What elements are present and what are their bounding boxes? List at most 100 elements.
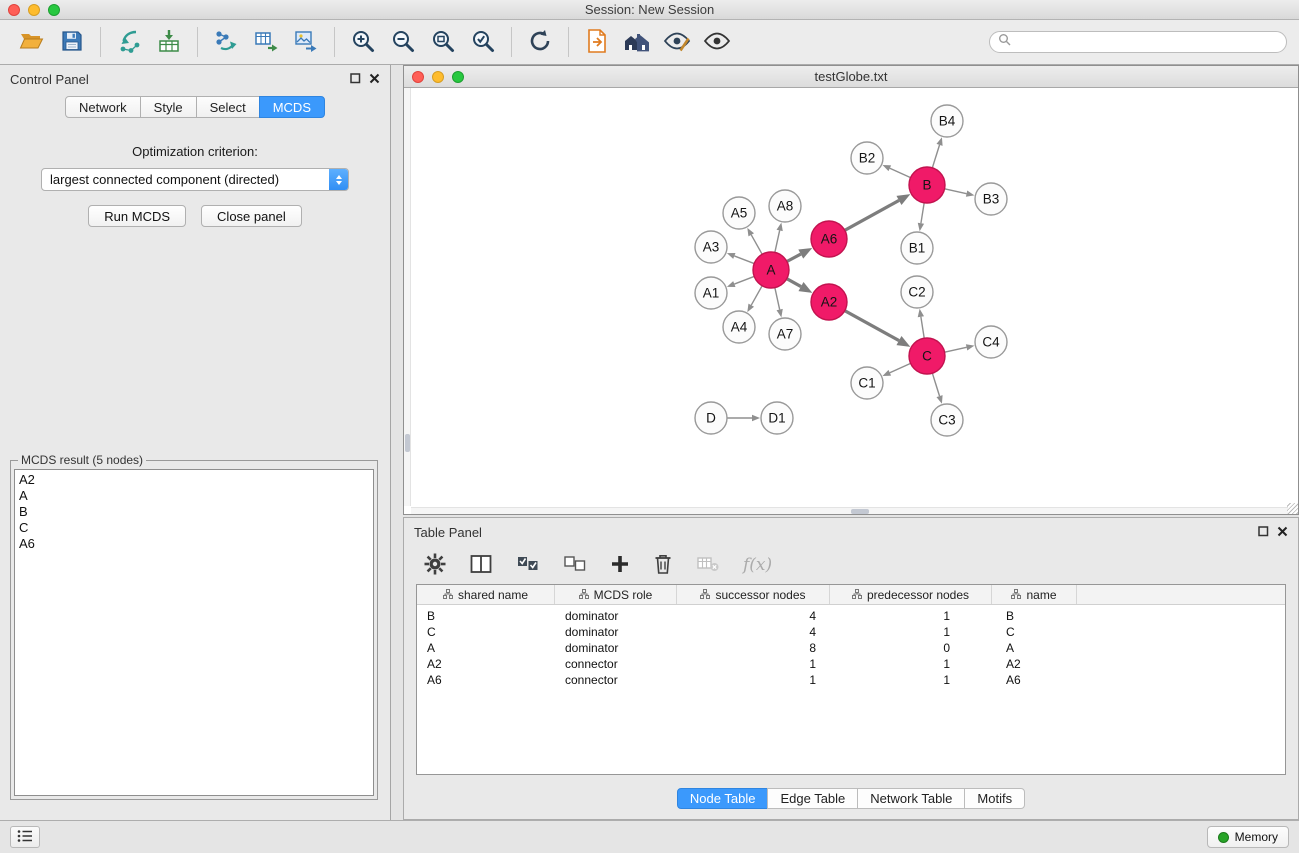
toolbar-button-function-builder[interactable]: f(x) [743, 550, 772, 580]
table-cell[interactable]: dominator [555, 609, 677, 623]
mcds-result-item[interactable]: B [19, 504, 369, 520]
tab-select[interactable]: Select [196, 96, 260, 118]
table-row[interactable]: A2connector11A2 [417, 656, 1285, 672]
toolbar-button-zoom-out[interactable] [383, 22, 423, 62]
graph-edge-B-B4[interactable] [932, 145, 939, 168]
toolbar-button-zoom-in[interactable] [343, 22, 383, 62]
toolbar-button-refresh[interactable] [520, 22, 560, 62]
graph-edge-C-C2[interactable] [921, 317, 924, 339]
close-panel-button[interactable]: Close panel [201, 205, 302, 227]
toolbar-button-delete-row[interactable] [653, 550, 673, 580]
close-table-panel-button[interactable] [1277, 525, 1288, 540]
table-cell[interactable]: A [417, 641, 555, 655]
table-cell[interactable]: 1 [677, 657, 830, 671]
table-cell[interactable]: 4 [677, 625, 830, 639]
table-cell[interactable]: 1 [830, 625, 992, 639]
toolbar-button-import-network[interactable] [109, 22, 149, 62]
toolbar-button-show-columns[interactable] [469, 550, 493, 580]
graph-node-C[interactable]: C [909, 338, 945, 374]
graph-edge-B-B2[interactable] [890, 168, 911, 177]
graph-node-C2[interactable]: C2 [901, 276, 933, 308]
graph-edge-C-C3[interactable] [932, 373, 939, 396]
graph-edge-A2-C[interactable] [845, 311, 899, 341]
table-cell[interactable]: A2 [992, 657, 1077, 671]
graph-edge-C-C4[interactable] [945, 347, 967, 352]
toolbar-button-delete-table[interactable] [696, 550, 720, 580]
graph-edge-A-A6[interactable] [787, 254, 801, 261]
table-cell[interactable]: 1 [677, 673, 830, 687]
column-header-shared-name[interactable]: shared name [417, 585, 555, 604]
float-table-panel-button[interactable] [1258, 525, 1269, 540]
memory-button[interactable]: Memory [1207, 826, 1289, 848]
zoom-network-window-button[interactable] [452, 71, 464, 83]
table-cell[interactable]: 8 [677, 641, 830, 655]
table-cell[interactable]: C [992, 625, 1077, 639]
graph-node-C4[interactable]: C4 [975, 326, 1007, 358]
table-row[interactable]: Bdominator41B [417, 608, 1285, 624]
toolbar-button-eye[interactable] [697, 22, 737, 62]
toolbar-button-export-network[interactable] [206, 22, 246, 62]
toolbar-button-select-all[interactable] [516, 550, 540, 580]
close-network-window-button[interactable] [412, 71, 424, 83]
graph-node-D1[interactable]: D1 [761, 402, 793, 434]
table-cell[interactable]: 4 [677, 609, 830, 623]
tab-edge-table[interactable]: Edge Table [767, 788, 858, 809]
graph-node-B[interactable]: B [909, 167, 945, 203]
toolbar-button-export-table[interactable] [246, 22, 286, 62]
tab-network[interactable]: Network [65, 96, 141, 118]
toolbar-button-import-document[interactable] [577, 22, 617, 62]
graph-edge-B-B1[interactable] [921, 203, 924, 224]
tab-node-table[interactable]: Node Table [677, 788, 769, 809]
graph-node-A8[interactable]: A8 [769, 190, 801, 222]
table-row[interactable]: Adominator80A [417, 640, 1285, 656]
network-vertical-scrollbar[interactable] [404, 88, 411, 506]
table-cell[interactable]: A6 [417, 673, 555, 687]
graph-node-A5[interactable]: A5 [723, 197, 755, 229]
column-header-mcds-role[interactable]: MCDS role [555, 585, 677, 604]
search-input[interactable] [1016, 35, 1278, 50]
table-cell[interactable]: A [992, 641, 1077, 655]
graph-edge-A-A7[interactable] [775, 288, 780, 310]
close-window-button[interactable] [8, 4, 20, 16]
graph-edge-A-A3[interactable] [734, 256, 754, 264]
tab-mcds[interactable]: MCDS [259, 96, 325, 118]
window-resize-grip[interactable] [1287, 503, 1298, 514]
table-cell[interactable]: connector [555, 673, 677, 687]
table-cell[interactable]: C [417, 625, 555, 639]
graph-node-D[interactable]: D [695, 402, 727, 434]
mcds-result-item[interactable]: A2 [19, 472, 369, 488]
table-cell[interactable]: 1 [830, 673, 992, 687]
network-horizontal-scrollbar[interactable] [411, 507, 1288, 514]
graph-node-B1[interactable]: B1 [901, 232, 933, 264]
toolbar-button-import-table[interactable] [149, 22, 189, 62]
graph-node-A7[interactable]: A7 [769, 318, 801, 350]
minimize-network-window-button[interactable] [432, 71, 444, 83]
toolbar-button-home[interactable] [617, 22, 657, 62]
graph-node-A[interactable]: A [753, 252, 789, 288]
search-box[interactable] [989, 31, 1287, 53]
graph-edge-A-A4[interactable] [751, 286, 762, 306]
graph-node-A1[interactable]: A1 [695, 277, 727, 309]
table-cell[interactable]: connector [555, 657, 677, 671]
float-control-panel-button[interactable] [350, 72, 361, 87]
graph-edge-B-B3[interactable] [945, 189, 967, 194]
optimization-dropdown[interactable]: largest connected component (directed) [41, 168, 349, 191]
graph-node-C3[interactable]: C3 [931, 404, 963, 436]
close-control-panel-button[interactable] [369, 72, 380, 87]
toolbar-button-zoom-selected[interactable] [463, 22, 503, 62]
toolbar-button-add-row[interactable] [610, 550, 630, 580]
mcds-result-item[interactable]: C [19, 520, 369, 536]
column-header-name[interactable]: name [992, 585, 1077, 604]
table-cell[interactable]: 1 [830, 609, 992, 623]
graph-edge-A6-B[interactable] [845, 200, 899, 230]
run-mcds-button[interactable]: Run MCDS [88, 205, 186, 227]
mcds-result-item[interactable]: A [19, 488, 369, 504]
graph-edge-A-A5[interactable] [751, 235, 762, 255]
tab-style[interactable]: Style [140, 96, 197, 118]
minimize-window-button[interactable] [28, 4, 40, 16]
table-cell[interactable]: B [417, 609, 555, 623]
toolbar-button-show-details[interactable] [657, 22, 697, 62]
graph-node-A4[interactable]: A4 [723, 311, 755, 343]
toolbar-button-open-folder[interactable] [12, 22, 52, 62]
graph-node-A3[interactable]: A3 [695, 231, 727, 263]
